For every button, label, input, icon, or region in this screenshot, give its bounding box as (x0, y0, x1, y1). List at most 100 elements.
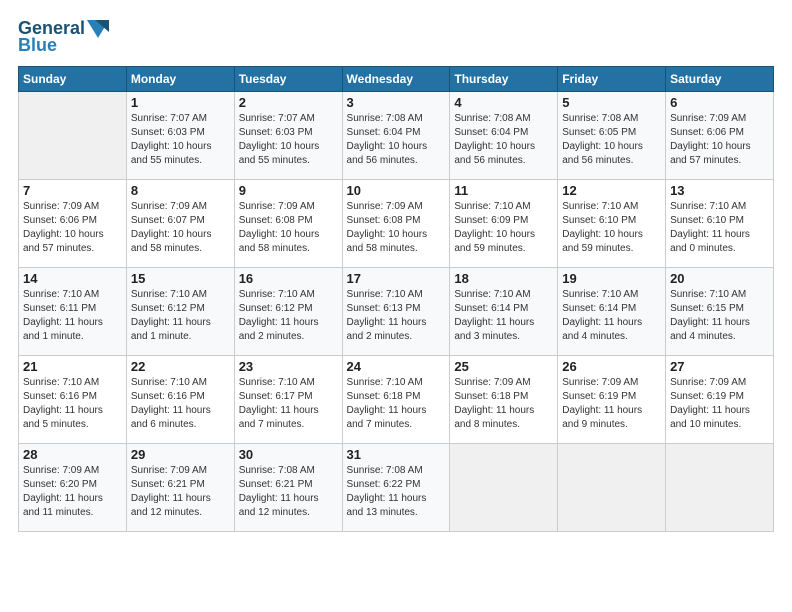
day-info: Sunrise: 7:08 AM Sunset: 6:05 PM Dayligh… (562, 112, 661, 168)
calendar-cell: 4 Sunrise: 7:08 AM Sunset: 6:04 PM Daylig… (450, 92, 558, 180)
day-info: Sunrise: 7:09 AM Sunset: 6:20 PM Dayligh… (23, 464, 122, 520)
day-info: Sunrise: 7:09 AM Sunset: 6:08 PM Dayligh… (347, 200, 446, 256)
calendar-cell: 5 Sunrise: 7:08 AM Sunset: 6:05 PM Daylig… (558, 92, 666, 180)
day-number: 15 (131, 271, 230, 286)
day-info: Sunrise: 7:10 AM Sunset: 6:16 PM Dayligh… (131, 376, 230, 432)
day-info: Sunrise: 7:10 AM Sunset: 6:15 PM Dayligh… (670, 288, 769, 344)
calendar-cell: 30Sunrise: 7:08 AM Sunset: 6:21 PM Dayli… (234, 444, 342, 532)
day-number: 7 (23, 183, 122, 198)
day-number: 27 (670, 359, 769, 374)
logo-chevron-icon (87, 20, 109, 38)
calendar-cell (450, 444, 558, 532)
day-info: Sunrise: 7:09 AM Sunset: 6:18 PM Dayligh… (454, 376, 553, 432)
day-number: 1 (131, 95, 230, 110)
logo-svg: General Blue (18, 18, 109, 56)
calendar-cell: 3 Sunrise: 7:08 AM Sunset: 6:04 PM Daylig… (342, 92, 450, 180)
day-number: 28 (23, 447, 122, 462)
calendar-cell: 13Sunrise: 7:10 AM Sunset: 6:10 PM Dayli… (666, 180, 774, 268)
day-info: Sunrise: 7:09 AM Sunset: 6:21 PM Dayligh… (131, 464, 230, 520)
week-row-2: 7 Sunrise: 7:09 AM Sunset: 6:06 PM Daylig… (19, 180, 774, 268)
day-number: 12 (562, 183, 661, 198)
week-row-1: 1 Sunrise: 7:07 AM Sunset: 6:03 PM Daylig… (19, 92, 774, 180)
day-number: 11 (454, 183, 553, 198)
day-number: 9 (239, 183, 338, 198)
day-info: Sunrise: 7:08 AM Sunset: 6:22 PM Dayligh… (347, 464, 446, 520)
calendar-cell: 29 Sunrise: 7:09 AM Sunset: 6:21 PM Dayli… (126, 444, 234, 532)
day-number: 20 (670, 271, 769, 286)
calendar-cell: 7 Sunrise: 7:09 AM Sunset: 6:06 PM Daylig… (19, 180, 127, 268)
header-row: SundayMondayTuesdayWednesdayThursdayFrid… (19, 67, 774, 92)
calendar-cell (666, 444, 774, 532)
day-info: Sunrise: 7:10 AM Sunset: 6:11 PM Dayligh… (23, 288, 122, 344)
day-header-friday: Friday (558, 67, 666, 92)
day-number: 19 (562, 271, 661, 286)
day-info: Sunrise: 7:10 AM Sunset: 6:09 PM Dayligh… (454, 200, 553, 256)
day-info: Sunrise: 7:10 AM Sunset: 6:13 PM Dayligh… (347, 288, 446, 344)
day-number: 4 (454, 95, 553, 110)
day-info: Sunrise: 7:07 AM Sunset: 6:03 PM Dayligh… (131, 112, 230, 168)
day-info: Sunrise: 7:09 AM Sunset: 6:06 PM Dayligh… (23, 200, 122, 256)
day-number: 2 (239, 95, 338, 110)
week-row-3: 14 Sunrise: 7:10 AM Sunset: 6:11 PM Dayli… (19, 268, 774, 356)
day-number: 3 (347, 95, 446, 110)
calendar-cell: 18Sunrise: 7:10 AM Sunset: 6:14 PM Dayli… (450, 268, 558, 356)
day-info: Sunrise: 7:09 AM Sunset: 6:06 PM Dayligh… (670, 112, 769, 168)
week-row-4: 21 Sunrise: 7:10 AM Sunset: 6:16 PM Dayli… (19, 356, 774, 444)
day-number: 16 (239, 271, 338, 286)
calendar-cell: 16 Sunrise: 7:10 AM Sunset: 6:12 PM Dayli… (234, 268, 342, 356)
day-info: Sunrise: 7:10 AM Sunset: 6:12 PM Dayligh… (239, 288, 338, 344)
logo-blue: Blue (18, 35, 57, 56)
day-number: 10 (347, 183, 446, 198)
day-info: Sunrise: 7:09 AM Sunset: 6:07 PM Dayligh… (131, 200, 230, 256)
day-info: Sunrise: 7:09 AM Sunset: 6:19 PM Dayligh… (670, 376, 769, 432)
day-info: Sunrise: 7:08 AM Sunset: 6:04 PM Dayligh… (454, 112, 553, 168)
calendar-cell: 23 Sunrise: 7:10 AM Sunset: 6:17 PM Dayli… (234, 356, 342, 444)
calendar-cell: 21 Sunrise: 7:10 AM Sunset: 6:16 PM Dayli… (19, 356, 127, 444)
calendar-cell: 11 Sunrise: 7:10 AM Sunset: 6:09 PM Dayli… (450, 180, 558, 268)
logo: General Blue (18, 18, 109, 56)
day-info: Sunrise: 7:10 AM Sunset: 6:18 PM Dayligh… (347, 376, 446, 432)
day-number: 6 (670, 95, 769, 110)
day-number: 25 (454, 359, 553, 374)
calendar-table: SundayMondayTuesdayWednesdayThursdayFrid… (18, 66, 774, 532)
calendar-cell: 25 Sunrise: 7:09 AM Sunset: 6:18 PM Dayli… (450, 356, 558, 444)
day-info: Sunrise: 7:09 AM Sunset: 6:08 PM Dayligh… (239, 200, 338, 256)
calendar-cell: 27 Sunrise: 7:09 AM Sunset: 6:19 PM Dayli… (666, 356, 774, 444)
calendar-cell: 8Sunrise: 7:09 AM Sunset: 6:07 PM Daylig… (126, 180, 234, 268)
calendar-cell: 22 Sunrise: 7:10 AM Sunset: 6:16 PM Dayli… (126, 356, 234, 444)
day-header-saturday: Saturday (666, 67, 774, 92)
day-number: 5 (562, 95, 661, 110)
calendar-cell (19, 92, 127, 180)
calendar-cell: 24Sunrise: 7:10 AM Sunset: 6:18 PM Dayli… (342, 356, 450, 444)
day-info: Sunrise: 7:08 AM Sunset: 6:04 PM Dayligh… (347, 112, 446, 168)
calendar-cell: 17Sunrise: 7:10 AM Sunset: 6:13 PM Dayli… (342, 268, 450, 356)
calendar-cell: 2Sunrise: 7:07 AM Sunset: 6:03 PM Daylig… (234, 92, 342, 180)
header: General Blue (18, 18, 774, 56)
calendar-cell: 28 Sunrise: 7:09 AM Sunset: 6:20 PM Dayli… (19, 444, 127, 532)
day-header-tuesday: Tuesday (234, 67, 342, 92)
calendar-cell: 14 Sunrise: 7:10 AM Sunset: 6:11 PM Dayli… (19, 268, 127, 356)
day-number: 29 (131, 447, 230, 462)
day-number: 31 (347, 447, 446, 462)
day-info: Sunrise: 7:10 AM Sunset: 6:12 PM Dayligh… (131, 288, 230, 344)
day-info: Sunrise: 7:10 AM Sunset: 6:14 PM Dayligh… (562, 288, 661, 344)
day-info: Sunrise: 7:08 AM Sunset: 6:21 PM Dayligh… (239, 464, 338, 520)
calendar-page: General Blue SundayMondayTuesdayWednesda… (0, 0, 792, 612)
day-info: Sunrise: 7:10 AM Sunset: 6:16 PM Dayligh… (23, 376, 122, 432)
week-row-5: 28 Sunrise: 7:09 AM Sunset: 6:20 PM Dayli… (19, 444, 774, 532)
day-number: 22 (131, 359, 230, 374)
day-info: Sunrise: 7:09 AM Sunset: 6:19 PM Dayligh… (562, 376, 661, 432)
day-number: 21 (23, 359, 122, 374)
calendar-cell: 26Sunrise: 7:09 AM Sunset: 6:19 PM Dayli… (558, 356, 666, 444)
calendar-cell: 12 Sunrise: 7:10 AM Sunset: 6:10 PM Dayli… (558, 180, 666, 268)
day-number: 14 (23, 271, 122, 286)
calendar-cell: 19 Sunrise: 7:10 AM Sunset: 6:14 PM Dayli… (558, 268, 666, 356)
day-number: 18 (454, 271, 553, 286)
day-header-sunday: Sunday (19, 67, 127, 92)
day-header-monday: Monday (126, 67, 234, 92)
day-info: Sunrise: 7:10 AM Sunset: 6:10 PM Dayligh… (562, 200, 661, 256)
day-info: Sunrise: 7:10 AM Sunset: 6:17 PM Dayligh… (239, 376, 338, 432)
calendar-cell: 20 Sunrise: 7:10 AM Sunset: 6:15 PM Dayli… (666, 268, 774, 356)
calendar-cell: 10 Sunrise: 7:09 AM Sunset: 6:08 PM Dayli… (342, 180, 450, 268)
day-number: 23 (239, 359, 338, 374)
